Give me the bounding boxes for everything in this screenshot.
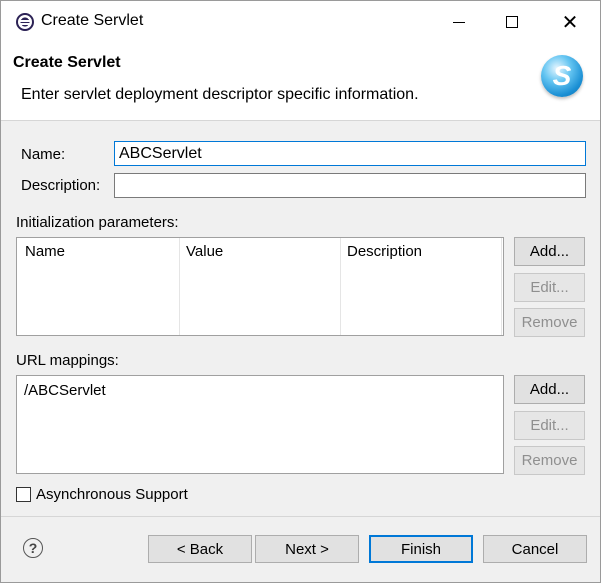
- column-divider: [340, 238, 341, 335]
- url-mappings-remove-button[interactable]: Remove: [514, 446, 585, 475]
- window-title: Create Servlet: [41, 12, 144, 29]
- init-params-label: Initialization parameters:: [16, 214, 179, 231]
- url-mappings-list[interactable]: /ABCServlet: [16, 375, 504, 474]
- column-divider: [179, 238, 180, 335]
- description-label: Description:: [21, 177, 101, 194]
- name-label: Name:: [21, 146, 66, 163]
- init-params-edit-button[interactable]: Edit...: [514, 273, 585, 302]
- async-support-label[interactable]: Asynchronous Support: [36, 486, 188, 503]
- wizard-banner: Create Servlet Enter servlet deployment …: [1, 43, 600, 121]
- finish-button[interactable]: Finish: [369, 535, 473, 563]
- name-input[interactable]: ABCServlet: [114, 141, 586, 166]
- list-item[interactable]: /ABCServlet: [24, 382, 106, 399]
- minimize-button[interactable]: [439, 9, 479, 35]
- init-params-table[interactable]: Name Value Description: [16, 237, 504, 336]
- back-button[interactable]: < Back: [148, 535, 252, 563]
- maximize-icon: [506, 16, 518, 28]
- url-mappings-label: URL mappings:: [16, 352, 119, 369]
- async-support-checkbox[interactable]: [16, 487, 31, 502]
- title-bar: Create Servlet ✕: [1, 1, 600, 43]
- column-header-name[interactable]: Name: [25, 243, 65, 260]
- banner-title: Create Servlet: [13, 54, 121, 71]
- close-button[interactable]: ✕: [550, 9, 590, 35]
- cancel-button[interactable]: Cancel: [483, 535, 587, 563]
- eclipse-icon: [16, 13, 34, 31]
- banner-description: Enter servlet deployment descriptor spec…: [21, 86, 419, 103]
- servlet-wizard-icon: S: [541, 55, 583, 97]
- help-icon[interactable]: ?: [23, 538, 43, 558]
- next-button[interactable]: Next >: [255, 535, 359, 563]
- url-mappings-add-button[interactable]: Add...: [514, 375, 585, 404]
- init-params-add-button[interactable]: Add...: [514, 237, 585, 266]
- minimize-icon: [453, 21, 465, 23]
- init-params-remove-button[interactable]: Remove: [514, 308, 585, 337]
- column-header-description[interactable]: Description: [347, 243, 422, 260]
- column-divider: [501, 238, 502, 335]
- url-mappings-edit-button[interactable]: Edit...: [514, 411, 585, 440]
- footer-divider: [1, 516, 600, 517]
- maximize-button[interactable]: [492, 9, 532, 35]
- create-servlet-dialog: Create Servlet ✕ Create Servlet Enter se…: [0, 0, 601, 583]
- column-header-value[interactable]: Value: [186, 243, 223, 260]
- close-icon: ✕: [561, 11, 579, 34]
- description-input[interactable]: [114, 173, 586, 198]
